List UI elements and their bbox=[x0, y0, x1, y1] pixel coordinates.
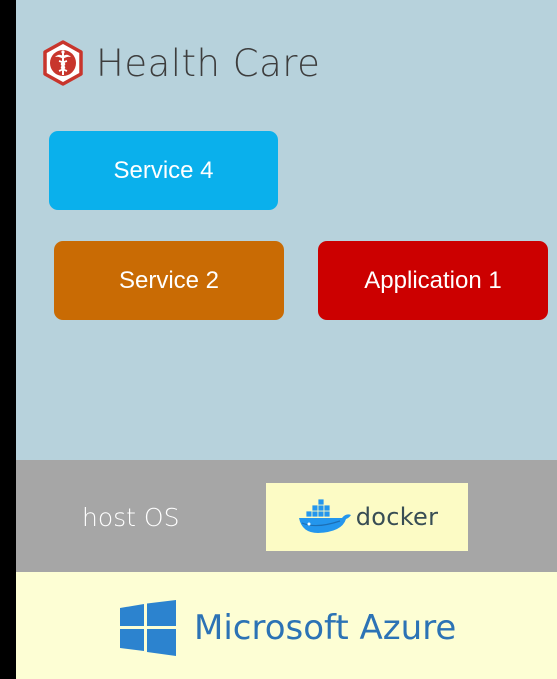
service-4-box: Service 4 bbox=[49, 131, 278, 210]
application-1-label: Application 1 bbox=[364, 266, 502, 294]
service-4-label: Service 4 bbox=[113, 156, 214, 184]
docker-badge: docker bbox=[266, 483, 468, 551]
docker-whale-icon bbox=[298, 499, 351, 533]
docker-label: docker bbox=[355, 503, 439, 531]
service-2-label: Service 2 bbox=[118, 266, 220, 294]
caduceus-icon bbox=[43, 40, 83, 86]
service-2-box: Service 2 bbox=[54, 241, 284, 320]
header: Health Care bbox=[40, 38, 320, 88]
page-title: Health Care bbox=[96, 41, 321, 85]
application-1-box: Application 1 bbox=[318, 241, 548, 320]
microsoft-azure-label: Microsoft Azure bbox=[194, 608, 457, 648]
windows-logo-icon bbox=[120, 600, 176, 656]
microsoft-azure-badge: Microsoft Azure bbox=[120, 600, 456, 656]
host-os-label: host OS bbox=[82, 503, 180, 532]
